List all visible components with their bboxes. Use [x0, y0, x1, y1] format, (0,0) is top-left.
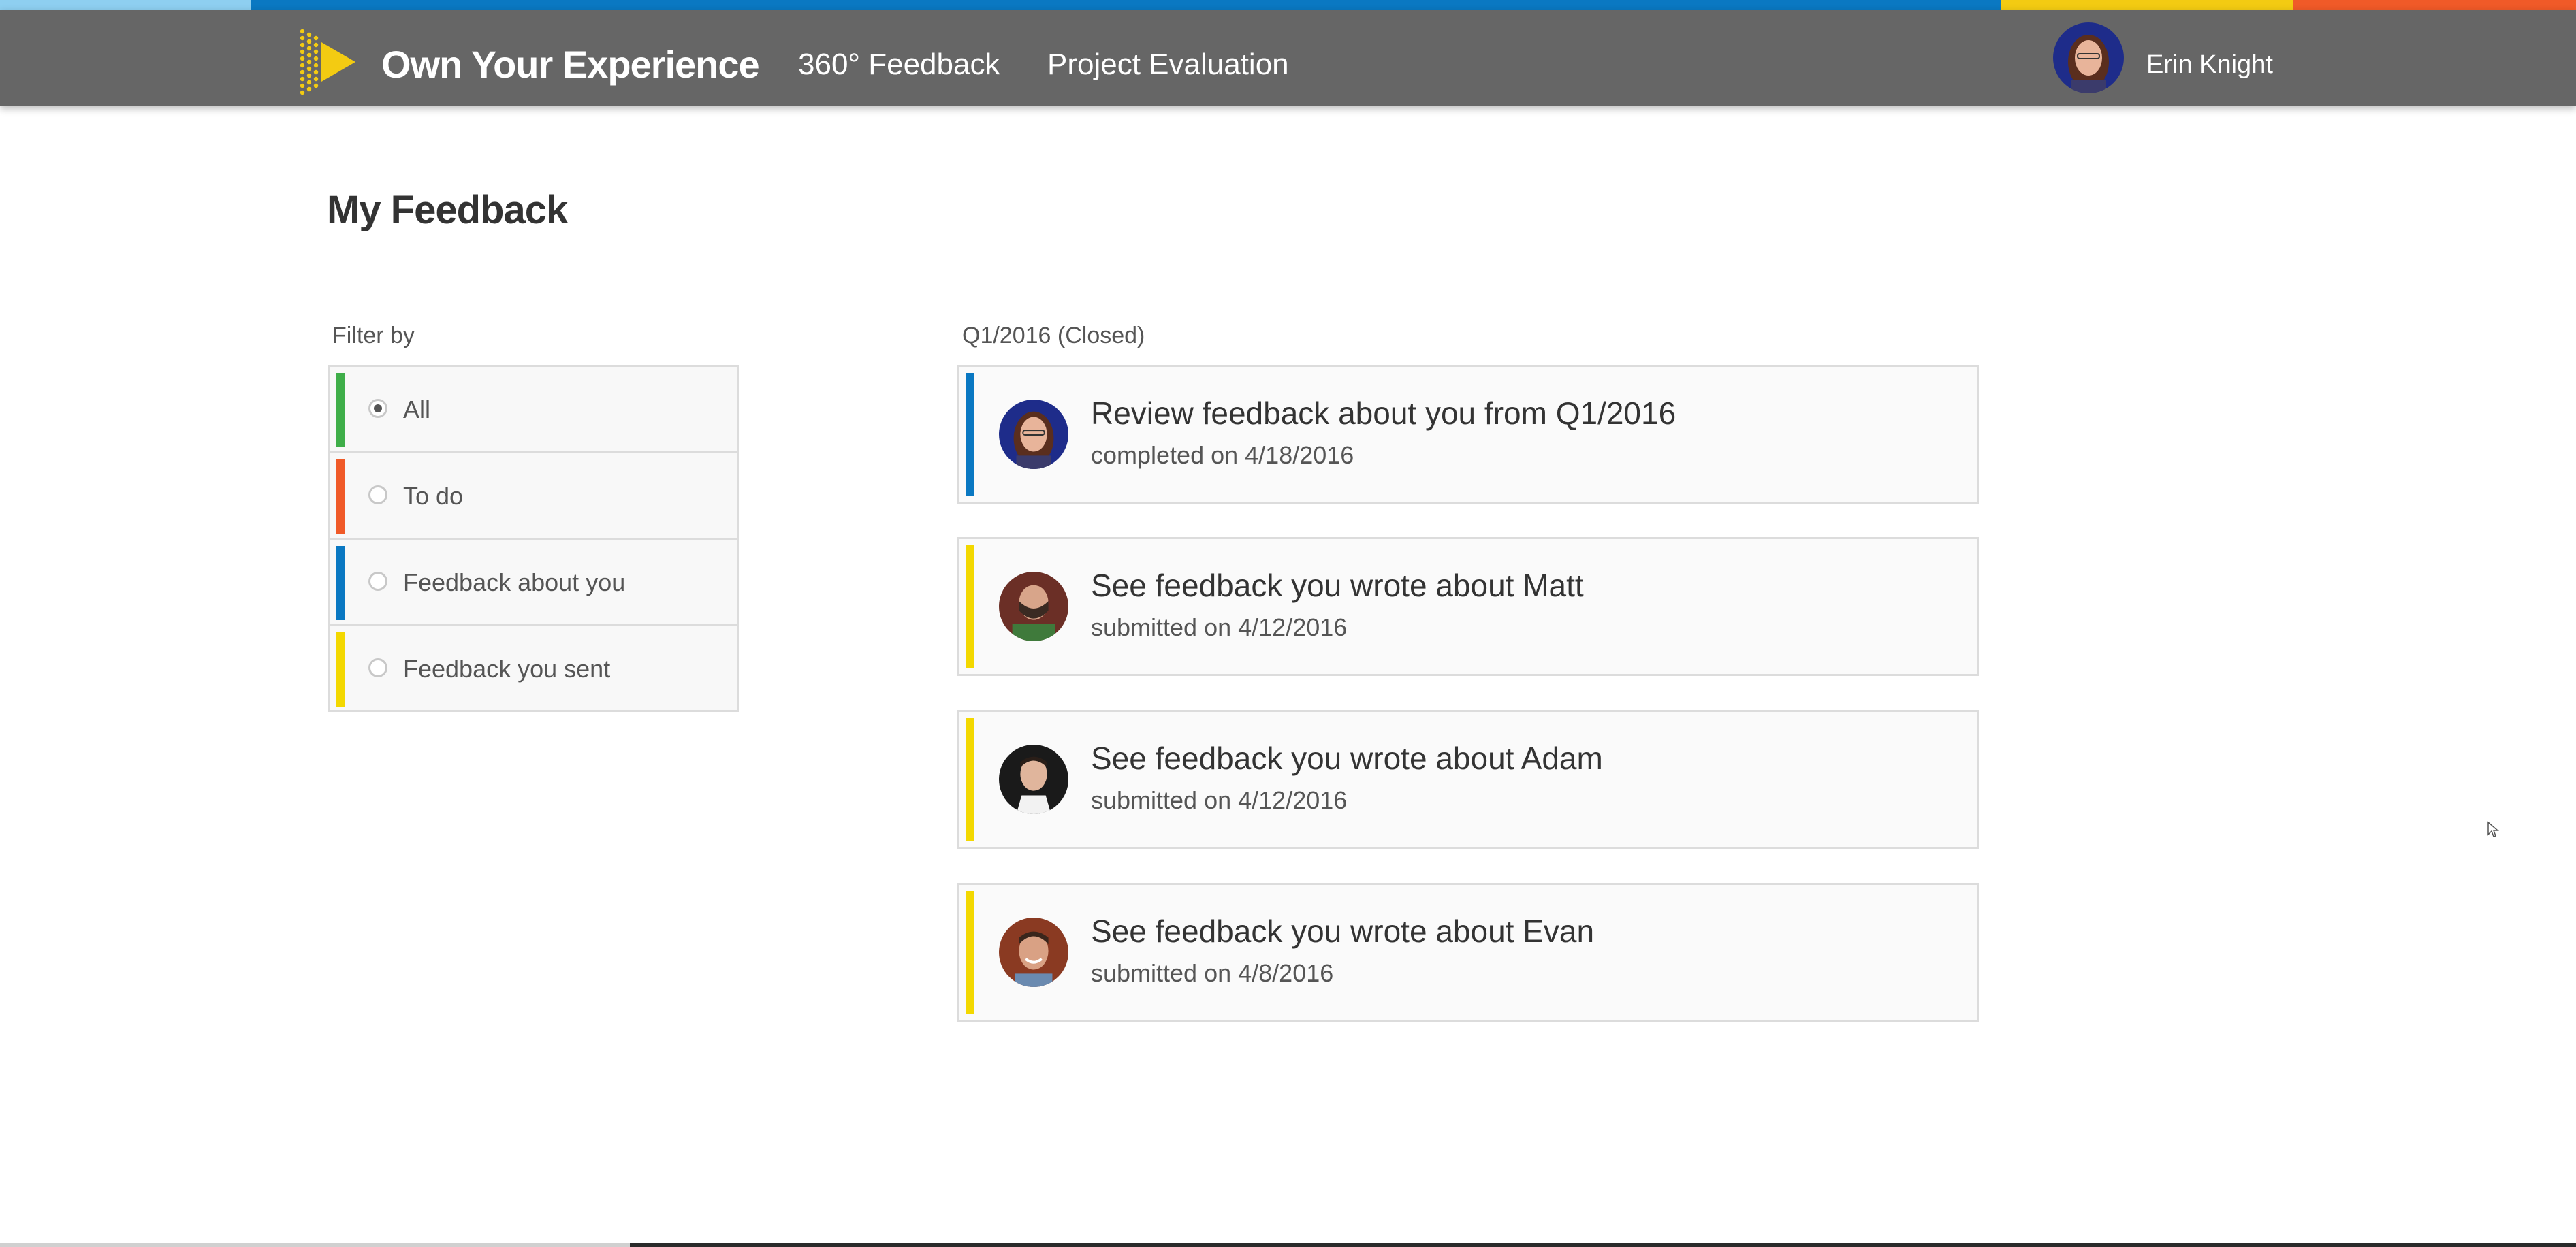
- filter-label: Filter by: [332, 323, 415, 349]
- bottom-scrollbar-line: [0, 1243, 2576, 1247]
- card-title: See feedback you wrote about Adam: [1091, 741, 1603, 776]
- avatar: [999, 745, 1068, 814]
- filter-panel: All To do Feedback about you Feedback yo…: [328, 365, 739, 712]
- avatar: [999, 572, 1068, 641]
- radio-button[interactable]: [368, 658, 387, 677]
- radio-button[interactable]: [368, 485, 387, 504]
- filter-option-label: Feedback you sent: [403, 655, 611, 683]
- filter-option-label: All: [403, 395, 431, 423]
- feedback-card[interactable]: Review feedback about you from Q1/2016 c…: [957, 365, 1979, 504]
- page-title: My Feedback: [327, 188, 568, 232]
- feedback-card[interactable]: See feedback you wrote about Adam submit…: [957, 710, 1979, 849]
- filter-option-all[interactable]: All: [330, 367, 737, 453]
- card-subtitle: submitted on 4/8/2016: [1091, 959, 1334, 987]
- nav-project-evaluation[interactable]: Project Evaluation: [1047, 34, 1289, 95]
- filter-color-bar: [336, 546, 345, 620]
- feedback-card[interactable]: See feedback you wrote about Evan submit…: [957, 883, 1979, 1022]
- card-title: See feedback you wrote about Matt: [1091, 568, 1584, 603]
- filter-option-to-do[interactable]: To do: [330, 453, 737, 540]
- nav-360-feedback[interactable]: 360° Feedback: [798, 34, 1000, 95]
- play-arrow-dots-icon[interactable]: [300, 29, 355, 95]
- mouse-cursor-icon: [2487, 821, 2499, 837]
- card-title: See feedback you wrote about Evan: [1091, 913, 1595, 949]
- filter-option-label: Feedback about you: [403, 568, 626, 596]
- card-color-bar: [966, 373, 974, 496]
- avatar: [999, 400, 1068, 469]
- avatar: [999, 918, 1068, 987]
- card-title: Review feedback about you from Q1/2016: [1091, 395, 1676, 431]
- section-label: Q1/2016 (Closed): [962, 323, 1145, 349]
- radio-button[interactable]: [368, 572, 387, 591]
- filter-color-bar: [336, 632, 345, 707]
- filter-color-bar: [336, 459, 345, 534]
- filter-option-feedback-about-you[interactable]: Feedback about you: [330, 540, 737, 626]
- radio-button[interactable]: [368, 399, 387, 418]
- card-subtitle: submitted on 4/12/2016: [1091, 786, 1348, 814]
- avatar[interactable]: [2053, 22, 2124, 93]
- card-subtitle: submitted on 4/12/2016: [1091, 613, 1348, 641]
- top-color-strip: [0, 0, 2576, 10]
- brand-title[interactable]: Own Your Experience: [381, 34, 760, 95]
- filter-option-feedback-you-sent[interactable]: Feedback you sent: [330, 626, 737, 713]
- filter-option-label: To do: [403, 482, 464, 510]
- card-color-bar: [966, 891, 974, 1014]
- card-color-bar: [966, 545, 974, 668]
- filter-color-bar: [336, 373, 345, 447]
- card-color-bar: [966, 718, 974, 841]
- user-name[interactable]: Erin Knight: [2146, 34, 2273, 95]
- app-header: Own Your Experience 360° Feedback Projec…: [0, 10, 2576, 106]
- card-subtitle: completed on 4/18/2016: [1091, 441, 1354, 469]
- feedback-card[interactable]: See feedback you wrote about Matt submit…: [957, 537, 1979, 676]
